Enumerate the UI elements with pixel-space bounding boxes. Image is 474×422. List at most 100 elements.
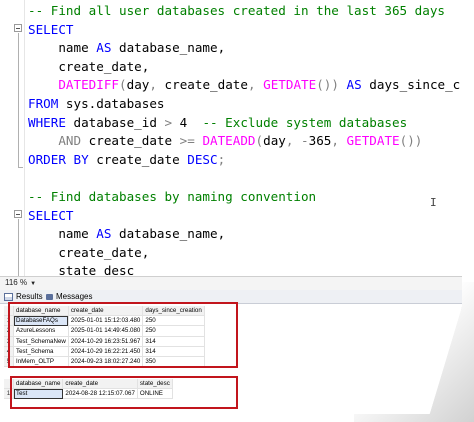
collapse-icon[interactable] <box>14 210 22 218</box>
code-token: days_since_creation <box>369 77 462 93</box>
code-token: DATEDIFF <box>58 77 120 93</box>
results-tab-bar: Results Messages <box>0 290 462 304</box>
sql-code[interactable]: -- Find all user databases created in th… <box>28 2 462 276</box>
table-row[interactable]: 1 DatabaseFAQs 2025-01-01 15:12:03.480 250 <box>4 315 205 327</box>
table-row[interactable]: 3 Test_SchemaNew 2024-10-29 16:23:51.967 31… <box>4 336 205 347</box>
column-header[interactable]: state_desc <box>137 379 173 390</box>
code-token: ()) <box>316 77 339 93</box>
table-cell[interactable]: 350 <box>142 356 205 368</box>
code-token: -- Find databases by naming convention <box>28 188 317 204</box>
code-token: SELECT <box>28 21 74 37</box>
row-number[interactable]: 2 <box>4 325 14 337</box>
collapse-icon[interactable] <box>14 24 22 32</box>
code-line[interactable]: create_date, <box>28 58 462 77</box>
table-cell[interactable]: 314 <box>142 346 205 358</box>
query-editor[interactable]: -- Find all user databases created in th… <box>0 0 462 276</box>
row-number[interactable]: 4 <box>4 346 14 358</box>
table-cell[interactable]: DatabaseFAQs <box>13 315 69 327</box>
code-token: day <box>126 77 150 93</box>
table-row[interactable]: 1 Test 2024-08-28 12:15:07.067 ONLINE <box>4 388 173 400</box>
fold-guide-end <box>18 167 23 168</box>
table-cell[interactable]: 2024-10-29 16:23:51.967 <box>68 336 144 347</box>
code-token: AS <box>96 226 112 242</box>
table-cell[interactable]: 2024-10-29 16:22:21.450 <box>68 346 144 358</box>
row-number[interactable]: 1 <box>4 315 14 327</box>
code-token: >= <box>179 133 195 149</box>
results-grid-2[interactable]: database_name create_date state_desc 1 Te… <box>4 379 173 400</box>
code-line[interactable]: -- Find all user databases created in th… <box>28 2 462 21</box>
code-line[interactable]: create_date, <box>28 244 462 263</box>
code-token: name <box>28 40 97 56</box>
table-cell[interactable]: 2025-01-01 14:49:45.080 <box>68 325 144 337</box>
code-token: > <box>164 114 173 130</box>
code-line[interactable]: DATEDIFF(day, create_date, GETDATE()) AS… <box>28 76 462 95</box>
table-row[interactable]: 4 Test_Schema 2024-10-29 16:22:21.450 314 <box>4 346 205 358</box>
text-cursor-icon: I <box>430 196 437 209</box>
row-number-header <box>4 306 14 317</box>
table-cell[interactable]: 2024-08-28 12:15:07.067 <box>62 388 138 400</box>
row-number-header <box>4 379 14 390</box>
screenshot-sheet: -- Find all user databases created in th… <box>0 0 462 414</box>
table-cell[interactable]: 314 <box>142 336 205 347</box>
table-cell[interactable]: 2024-09-23 18:02:27.240 <box>68 356 144 368</box>
code-token: GETDATE <box>346 133 400 149</box>
row-number[interactable]: 5 <box>4 356 14 368</box>
table-cell[interactable]: ONLINE <box>137 388 173 400</box>
code-token: day <box>263 133 286 149</box>
tab-messages[interactable]: Messages <box>46 292 92 301</box>
table-row[interactable]: 5 InMem_OLTP 2024-09-23 18:02:27.240 350 <box>4 356 205 368</box>
table-cell[interactable]: InMem_OLTP <box>13 356 69 368</box>
code-token: create_date <box>81 133 180 149</box>
code-token: database_id <box>73 114 165 130</box>
code-token: , <box>247 77 264 93</box>
code-token: WHERE <box>28 114 74 130</box>
tab-results[interactable]: Results <box>4 292 43 301</box>
code-token: ()) <box>399 133 423 149</box>
code-token: ( <box>255 133 264 149</box>
editor-gutter <box>0 0 25 276</box>
tab-results-label: Results <box>16 292 43 301</box>
code-line[interactable]: -- Find databases by naming convention <box>28 188 462 207</box>
column-header[interactable]: database_name <box>13 306 69 317</box>
table-cell[interactable]: 250 <box>142 315 205 327</box>
table-cell[interactable]: AzureLessons <box>13 325 69 337</box>
zoom-selector[interactable]: 116 % ▼ <box>2 278 39 287</box>
code-line[interactable] <box>28 169 462 188</box>
code-token: DATEADD <box>202 133 256 149</box>
code-token: ORDER BY <box>28 151 97 167</box>
code-token: ( <box>119 77 127 93</box>
code-token: , <box>149 77 165 93</box>
table-cell[interactable]: 250 <box>142 325 205 337</box>
table-cell[interactable]: 2025-01-01 15:12:03.480 <box>68 315 144 327</box>
code-line[interactable]: state_desc <box>28 262 462 276</box>
row-number[interactable]: 3 <box>4 336 14 347</box>
column-header[interactable]: create_date <box>62 379 138 390</box>
grid-header-row: database_name create_date state_desc <box>4 379 173 390</box>
code-token: AND <box>58 133 82 149</box>
row-number[interactable]: 1 <box>4 388 14 400</box>
code-line[interactable]: AND create_date >= DATEADD(day, -365, GE… <box>28 132 462 151</box>
column-header[interactable]: create_date <box>68 306 144 317</box>
code-line[interactable]: SELECT <box>28 21 462 40</box>
code-line[interactable]: FROM sys.databases <box>28 95 462 114</box>
code-token: DESC <box>187 151 218 167</box>
table-row[interactable]: 2 AzureLessons 2025-01-01 14:49:45.080 250 <box>4 325 205 337</box>
column-header[interactable]: days_since_creation <box>142 306 205 317</box>
code-token: AS <box>338 77 370 93</box>
code-line[interactable]: WHERE database_id > 4 -- Exclude system … <box>28 114 462 133</box>
code-token: database_name, <box>111 40 226 56</box>
code-token: -- Exclude system databases <box>202 114 408 130</box>
table-cell[interactable]: Test_Schema <box>13 346 69 358</box>
code-line[interactable]: name AS database_name, <box>28 39 462 58</box>
code-line[interactable]: name AS database_name, <box>28 225 462 244</box>
table-cell[interactable]: Test_SchemaNew <box>13 336 69 347</box>
results-grid-1[interactable]: database_name create_date days_since_cre… <box>4 306 205 368</box>
code-line[interactable]: SELECT <box>28 207 462 226</box>
code-token: create_date <box>96 151 188 167</box>
code-line[interactable]: ORDER BY create_date DESC; <box>28 151 462 170</box>
code-token: name <box>28 226 97 242</box>
table-cell[interactable]: Test <box>13 388 64 400</box>
code-token: GETDATE <box>263 77 317 93</box>
column-header[interactable]: database_name <box>13 379 64 390</box>
